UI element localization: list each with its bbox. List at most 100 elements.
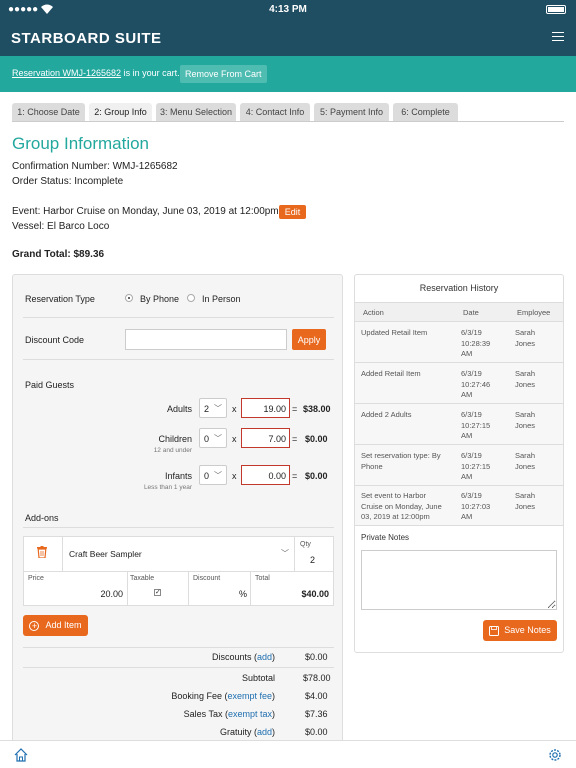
taxable-label: Taxable — [130, 575, 155, 582]
paid-guests-label: Paid Guests — [25, 380, 75, 390]
divider — [188, 571, 189, 605]
history-meridiem: AM — [461, 512, 473, 521]
history-employee-last: Jones — [515, 461, 536, 471]
times-sign: x — [232, 434, 237, 444]
cart-banner: Reservation WMJ-1265682 is in your cart.… — [0, 56, 576, 92]
add-item-button[interactable]: + Add Item — [23, 615, 88, 636]
history-employee-first: Sarah — [515, 451, 536, 460]
total-label: Total — [255, 575, 270, 582]
home-icon[interactable] — [13, 747, 29, 763]
tab-group-info[interactable]: 2: Group Info — [89, 103, 152, 121]
save-notes-button[interactable]: Save Notes — [483, 620, 557, 641]
booking-fee-label: Booking Fee — [171, 691, 222, 701]
add-gratuity-link[interactable]: add — [257, 727, 272, 737]
equals-sign: = — [292, 471, 298, 481]
exempt-fee-link[interactable]: exempt fee — [227, 691, 272, 701]
addon-card: Craft Beer Sampler ﹀ Qty 2 Price 20.00 T… — [23, 536, 334, 606]
divider — [23, 667, 334, 668]
adults-qty: 2 — [204, 404, 210, 414]
tab-divider — [12, 121, 564, 122]
times-sign: x — [232, 471, 237, 481]
infants-qty: 0 — [204, 471, 210, 481]
chevron-down-icon: ﹀ — [214, 471, 222, 480]
addon-qty-input[interactable]: 2 — [310, 555, 315, 565]
adults-price-input[interactable]: 19.00 — [241, 398, 290, 418]
history-title: Reservation History — [419, 283, 499, 293]
history-employee-first: Sarah — [515, 410, 536, 419]
history-meridiem: AM — [461, 349, 473, 358]
add-item-label: Add Item — [45, 620, 82, 631]
sales-tax-value: $7.36 — [305, 709, 328, 719]
tab-contact-info[interactable]: 4: Contact Info — [240, 103, 310, 121]
addon-item-name: Craft Beer Sampler — [69, 549, 142, 559]
confirmation-number: Confirmation Number: WMJ-1265682 — [12, 161, 178, 172]
event-info: Event: Harbor Cruise on Monday, June 03,… — [12, 206, 279, 217]
history-action: Updated Retail Item — [361, 328, 428, 337]
plus-circle-icon: + — [29, 620, 40, 631]
times-sign: x — [232, 404, 237, 414]
menu-icon[interactable] — [552, 32, 564, 42]
infants-qty-select[interactable]: 0 ﹀ — [199, 465, 227, 485]
save-icon — [489, 625, 500, 636]
gratuity-row: Gratuity (add) — [219, 727, 275, 737]
add-discount-link[interactable]: add — [257, 652, 272, 662]
taxable-checkbox[interactable]: ✓ — [154, 589, 161, 596]
infants-total: $0.00 — [305, 471, 328, 481]
addon-item-select[interactable]: Craft Beer Sampler ﹀ — [62, 537, 295, 571]
cart-message: Reservation WMJ-1265682 is in your cart. — [12, 68, 180, 78]
by-phone-radio[interactable] — [125, 294, 133, 302]
history-action-line2: Cruise on Monday, June — [361, 501, 442, 511]
edit-event-button[interactable]: Edit — [279, 205, 306, 219]
addon-total: $40.00 — [301, 589, 329, 599]
history-row: Added 2 Adults 6/3/19 10:27:15 AM Sarah … — [355, 404, 563, 445]
gratuity-value: $0.00 — [305, 727, 328, 737]
booking-fee-row: Booking Fee (exempt fee) — [171, 691, 275, 701]
history-date: 6/3/19 — [461, 369, 482, 378]
cart-message-suffix: is in your cart. — [121, 68, 180, 78]
subtotal-row: Subtotal — [242, 673, 275, 683]
reservation-history-panel: Reservation History Action Date Employee… — [354, 274, 564, 653]
gear-icon[interactable] — [547, 747, 563, 763]
discounts-row: Discounts (add) — [211, 652, 275, 662]
children-total: $0.00 — [305, 434, 328, 444]
history-action-line2: Phone — [361, 461, 383, 471]
equals-sign: = — [292, 404, 298, 414]
children-label: Children — [158, 434, 192, 444]
history-meridiem: AM — [461, 431, 473, 440]
divider — [23, 527, 334, 528]
tab-complete[interactable]: 6: Complete — [393, 103, 458, 121]
divider — [23, 359, 334, 360]
exempt-tax-link[interactable]: exempt tax — [228, 709, 272, 719]
status-bar: ●●●●● 4:13 PM — [0, 0, 576, 20]
apply-discount-button[interactable]: Apply — [292, 329, 326, 350]
booking-fee-value: $4.00 — [305, 691, 328, 701]
tab-menu-selection[interactable]: 3: Menu Selection — [156, 103, 236, 121]
action-column-header: Action — [363, 308, 384, 317]
discount-code-input[interactable] — [125, 329, 287, 350]
private-notes-input[interactable] — [361, 550, 557, 610]
in-person-radio[interactable] — [187, 294, 195, 302]
tab-payment-info[interactable]: 5: Payment Info — [314, 103, 389, 121]
by-phone-label: By Phone — [140, 294, 180, 304]
status-time: 4:13 PM — [269, 4, 307, 15]
battery-icon — [546, 4, 566, 15]
trash-icon[interactable] — [37, 546, 47, 558]
subtotal-label: Subtotal — [241, 673, 275, 683]
infants-price-input[interactable]: 0.00 — [241, 465, 290, 485]
discounts-value: $0.00 — [305, 652, 328, 662]
history-table-header: Action Date Employee — [355, 302, 563, 322]
adults-qty-select[interactable]: 2 ﹀ — [199, 398, 227, 418]
children-qty-select[interactable]: 0 ﹀ — [199, 428, 227, 448]
history-employee-last: Jones — [515, 338, 536, 348]
tab-choose-date[interactable]: 1: Choose Date — [12, 103, 85, 121]
remove-from-cart-button[interactable]: Remove From Cart — [180, 65, 267, 83]
chevron-down-icon: ﹀ — [214, 434, 222, 443]
private-notes-label: Private Notes — [361, 533, 410, 542]
history-date: 6/3/19 — [461, 451, 482, 460]
history-time: 10:27:15 — [461, 461, 491, 471]
reservation-link[interactable]: Reservation WMJ-1265682 — [12, 68, 121, 78]
addon-price-input[interactable]: 20.00 — [28, 589, 123, 599]
discount-code-label: Discount Code — [25, 335, 85, 345]
children-price-input[interactable]: 7.00 — [241, 428, 290, 448]
addons-label: Add-ons — [25, 513, 59, 523]
